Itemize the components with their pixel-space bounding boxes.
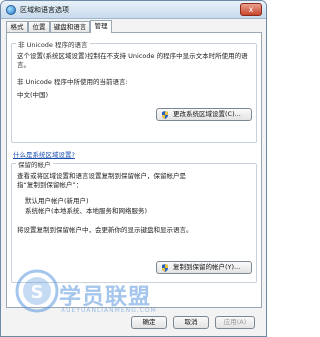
system-accounts: 系统帐户(本地系统、本地服务和网络服务) — [25, 207, 148, 215]
change-system-locale-label: 更改系统区域设置(C)... — [173, 110, 241, 118]
tab-formats[interactable]: 格式 — [6, 21, 28, 32]
uac-shield-icon — [162, 264, 168, 272]
tab-keyboards-languages[interactable]: 键盘和语言 — [50, 21, 90, 32]
what-is-system-locale-link[interactable]: 什么是系统区域设置? — [13, 149, 75, 159]
dialog-window: 区域和语言选项 x 格式 位置 键盘和语言 管理 非 Unicode 程序的语言… — [0, 0, 267, 337]
default-user-account: 默认用户帐户(新用户) — [25, 197, 89, 205]
window-title: 区域和语言选项 — [20, 6, 69, 14]
current-language-value: 中文(中国) — [17, 91, 49, 99]
ok-button[interactable]: 确定 — [131, 316, 167, 329]
tab-administrative[interactable]: 管理 — [90, 20, 112, 33]
uac-shield-icon — [162, 111, 168, 119]
tab-location[interactable]: 位置 — [28, 21, 50, 32]
unicode-description: 这个设置(系统区域设置)控制在不支持 Unicode 的程序中显示文本时所使用的… — [17, 52, 248, 69]
unicode-group: 非 Unicode 程序的语言 这个设置(系统区域设置)控制在不支持 Unico… — [11, 39, 257, 143]
title-bar[interactable]: 区域和语言选项 x — [1, 1, 266, 19]
tab-panel: 非 Unicode 程序的语言 这个设置(系统区域设置)控制在不支持 Unico… — [6, 32, 262, 308]
globe-icon — [6, 5, 16, 15]
reserved-group-title: 保留的帐户 — [16, 159, 53, 169]
apply-button[interactable]: 应用(A) — [215, 316, 255, 329]
close-button[interactable]: x — [240, 3, 262, 16]
unicode-group-title: 非 Unicode 程序的语言 — [16, 39, 90, 49]
cancel-button[interactable]: 取消 — [173, 316, 209, 329]
reserved-description: 查看或将区域设置和语言设置复制到保留帐户，保留帐户是 — [17, 172, 186, 180]
reserved-accounts-group: 保留的帐户 查看或将区域设置和语言设置复制到保留帐户，保留帐户是 指“复制到保留… — [11, 159, 257, 283]
reserved-description-2: 指“复制到保留帐户”： — [17, 181, 83, 189]
reserved-note: 将设置复制到保留帐户中，会更新你的显示键盘和显示语言。 — [17, 226, 193, 234]
copy-to-reserved-accounts-button[interactable]: 复制到保留的帐户(Y)... — [156, 261, 252, 274]
change-system-locale-button[interactable]: 更改系统区域设置(C)... — [156, 108, 252, 121]
current-language-label: 非 Unicode 程序中所使用的当前语言: — [17, 78, 128, 86]
watermark-subtext: XUEYUANLIANMENG.COM — [61, 307, 157, 314]
copy-to-reserved-label: 复制到保留的帐户(Y)... — [173, 263, 241, 271]
